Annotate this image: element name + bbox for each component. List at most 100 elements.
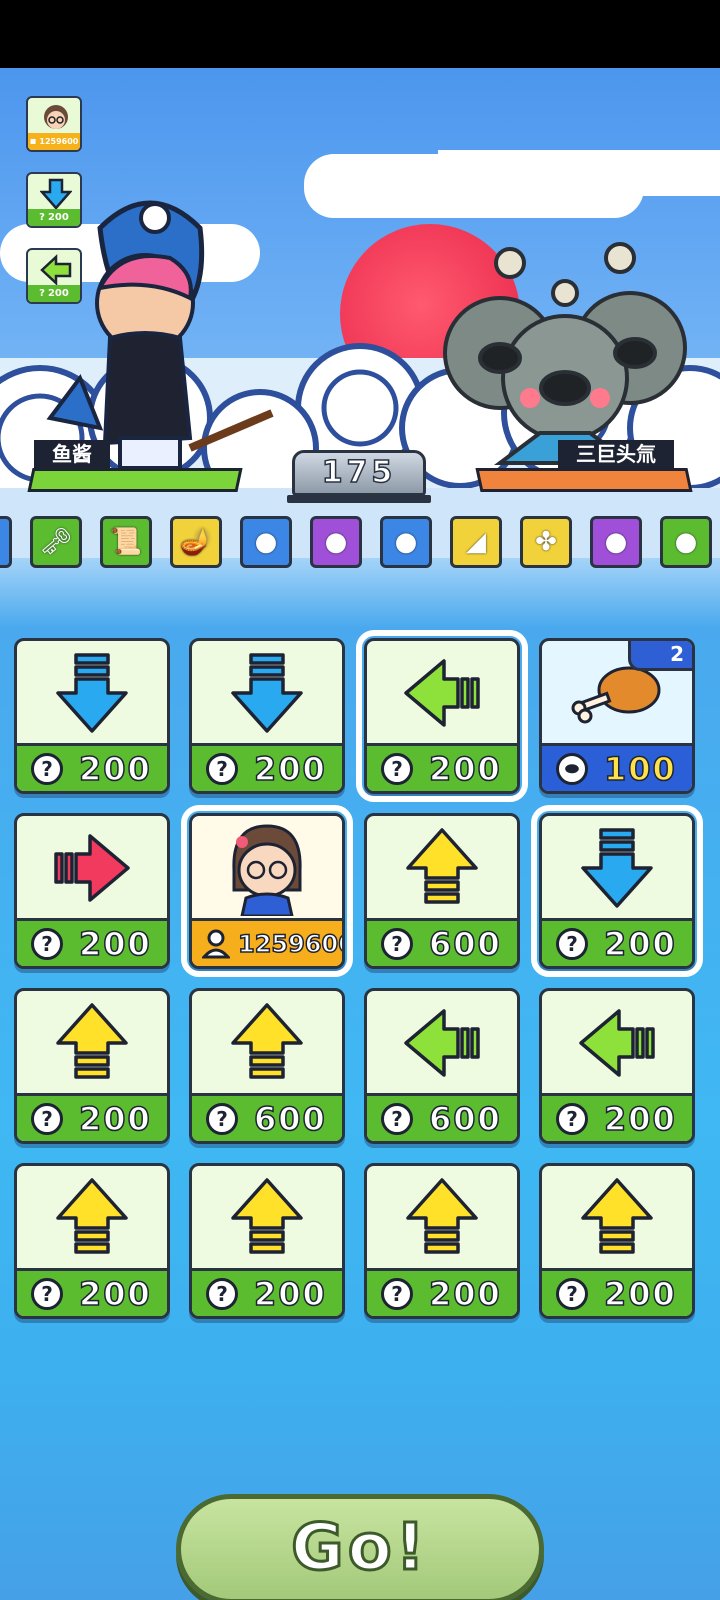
item-slot[interactable]: 📜 bbox=[100, 516, 152, 568]
card-footer: ? 200 bbox=[367, 1268, 517, 1316]
enemy-name: 三巨头氚 bbox=[558, 440, 674, 468]
arrow-up-icon bbox=[231, 1178, 303, 1254]
question-icon: ? bbox=[556, 1277, 588, 1310]
card-art bbox=[192, 991, 342, 1095]
arrow-right-icon bbox=[54, 834, 130, 902]
card-price: 200 bbox=[603, 1099, 677, 1139]
card-footer: ? 600 bbox=[192, 1093, 342, 1141]
card-portrait[interactable]: 1259600 bbox=[181, 805, 353, 977]
question-icon: ? bbox=[206, 752, 238, 785]
card-price: 200 bbox=[603, 1274, 677, 1314]
mini-price: 200 bbox=[47, 288, 69, 299]
card-arrow-left[interactable]: ? 600 bbox=[364, 988, 520, 1144]
player-name: 鱼酱 bbox=[34, 440, 110, 468]
card-arrow-down[interactable]: ? 200 bbox=[14, 638, 170, 794]
card-footer: ? 200 bbox=[542, 1268, 692, 1316]
arrow-up-icon bbox=[231, 1003, 303, 1079]
card-price: 200 bbox=[78, 924, 152, 964]
item-slot[interactable]: ● bbox=[590, 516, 642, 568]
item-slot[interactable]: ◢ bbox=[450, 516, 502, 568]
card-arrow-up[interactable]: ? 200 bbox=[14, 1163, 170, 1319]
question-icon: ? bbox=[31, 1102, 63, 1135]
item-slot[interactable]: 🗝 bbox=[30, 516, 82, 568]
avatar-icon bbox=[232, 824, 302, 916]
card-art bbox=[17, 1166, 167, 1270]
card-price: 200 bbox=[78, 1099, 152, 1139]
mini-card-arrow-left[interactable]: ? 200 bbox=[26, 248, 82, 304]
card-price: 200 bbox=[603, 924, 677, 964]
cloud bbox=[438, 150, 720, 196]
arrow-left-icon bbox=[40, 254, 72, 286]
blue-potion-icon: ● bbox=[254, 527, 278, 557]
card-footer: ? 200 bbox=[542, 918, 692, 966]
card-footer: ? 200 bbox=[542, 1093, 692, 1141]
arrow-down-icon bbox=[581, 828, 653, 908]
blue-potion-icon: ● bbox=[394, 527, 418, 557]
question-icon: ? bbox=[381, 927, 413, 960]
card-arrow-left[interactable]: ? 200 bbox=[356, 630, 528, 802]
card-arrow-up[interactable]: ? 600 bbox=[364, 813, 520, 969]
arrow-left-icon bbox=[579, 1009, 655, 1077]
player-hp-bar bbox=[27, 468, 243, 492]
card-arrow-up[interactable]: ? 200 bbox=[539, 1163, 695, 1319]
item-slot[interactable]: ✤ bbox=[520, 516, 572, 568]
card-arrow-up[interactable]: ? 200 bbox=[14, 988, 170, 1144]
item-slot[interactable]: ● bbox=[310, 516, 362, 568]
item-partial[interactable] bbox=[0, 516, 12, 568]
question-icon: ? bbox=[31, 1277, 63, 1310]
card-price: 200 bbox=[78, 749, 152, 789]
card-footer: ? 200 bbox=[17, 1268, 167, 1316]
card-price: 600 bbox=[253, 1099, 327, 1139]
card-art bbox=[367, 991, 517, 1095]
player-value: 1259600 bbox=[39, 137, 79, 146]
card-footer: ⬬ 100 bbox=[542, 743, 692, 791]
item-slot[interactable]: ● bbox=[380, 516, 432, 568]
card-price: 200 bbox=[428, 1274, 502, 1314]
arrow-left-icon bbox=[404, 1009, 480, 1077]
card-arrow-left[interactable]: ? 200 bbox=[539, 988, 695, 1144]
card-price: 600 bbox=[428, 924, 502, 964]
card-footer: ? 200 bbox=[367, 743, 517, 791]
arrow-up-icon bbox=[56, 1178, 128, 1254]
purple-potion-icon: ● bbox=[324, 527, 348, 557]
avatar-icon bbox=[44, 105, 68, 129]
question-icon: ? bbox=[556, 927, 588, 960]
card-arrow-up[interactable]: ? 200 bbox=[189, 1163, 345, 1319]
card-price: 200 bbox=[78, 1274, 152, 1314]
card-art bbox=[17, 991, 167, 1095]
card-art bbox=[192, 641, 342, 745]
enemy-hp-bar bbox=[475, 468, 693, 492]
card-price: 600 bbox=[428, 1099, 502, 1139]
key-icon: 🗝 bbox=[39, 527, 73, 557]
clover-icon: ✤ bbox=[535, 527, 557, 557]
card-arrow-down[interactable]: ? 200 bbox=[531, 805, 703, 977]
player-namebar: 鱼酱 bbox=[27, 440, 243, 496]
card-footer: ? 200 bbox=[17, 1093, 167, 1141]
item-slot[interactable]: ● bbox=[660, 516, 712, 568]
card-arrow-up[interactable]: ? 600 bbox=[189, 988, 345, 1144]
item-slot[interactable]: 🪔 bbox=[170, 516, 222, 568]
go-button[interactable]: Go! bbox=[176, 1494, 544, 1600]
player-mini-card[interactable]: ▪ 1259600 bbox=[26, 96, 82, 152]
question-icon: ? bbox=[31, 927, 63, 960]
card-art bbox=[367, 816, 517, 920]
card-footer: 1259600 bbox=[192, 918, 342, 966]
lamp-icon: 🪔 bbox=[179, 527, 213, 557]
card-footer: ? 200 bbox=[17, 918, 167, 966]
purple-potion-icon: ● bbox=[604, 527, 628, 557]
card-arrow-right[interactable]: ? 200 bbox=[14, 813, 170, 969]
card-footer: ? 600 bbox=[367, 918, 517, 966]
mini-card-arrow-down[interactable]: ? 200 bbox=[26, 172, 82, 228]
card-arrow-down[interactable]: ? 200 bbox=[189, 638, 345, 794]
card-art bbox=[17, 816, 167, 920]
item-slot[interactable]: ● bbox=[240, 516, 292, 568]
card-food[interactable]: 2 ⬬ 100 bbox=[539, 638, 695, 794]
user-icon: ▪ bbox=[29, 136, 37, 147]
green-potion-icon: ● bbox=[674, 527, 698, 557]
card-footer: ? 200 bbox=[192, 1268, 342, 1316]
card-arrow-up[interactable]: ? 200 bbox=[364, 1163, 520, 1319]
arrow-up-icon bbox=[406, 828, 478, 904]
card-art bbox=[192, 816, 342, 920]
question-icon: ? bbox=[381, 752, 413, 785]
question-icon: ? bbox=[31, 752, 63, 785]
